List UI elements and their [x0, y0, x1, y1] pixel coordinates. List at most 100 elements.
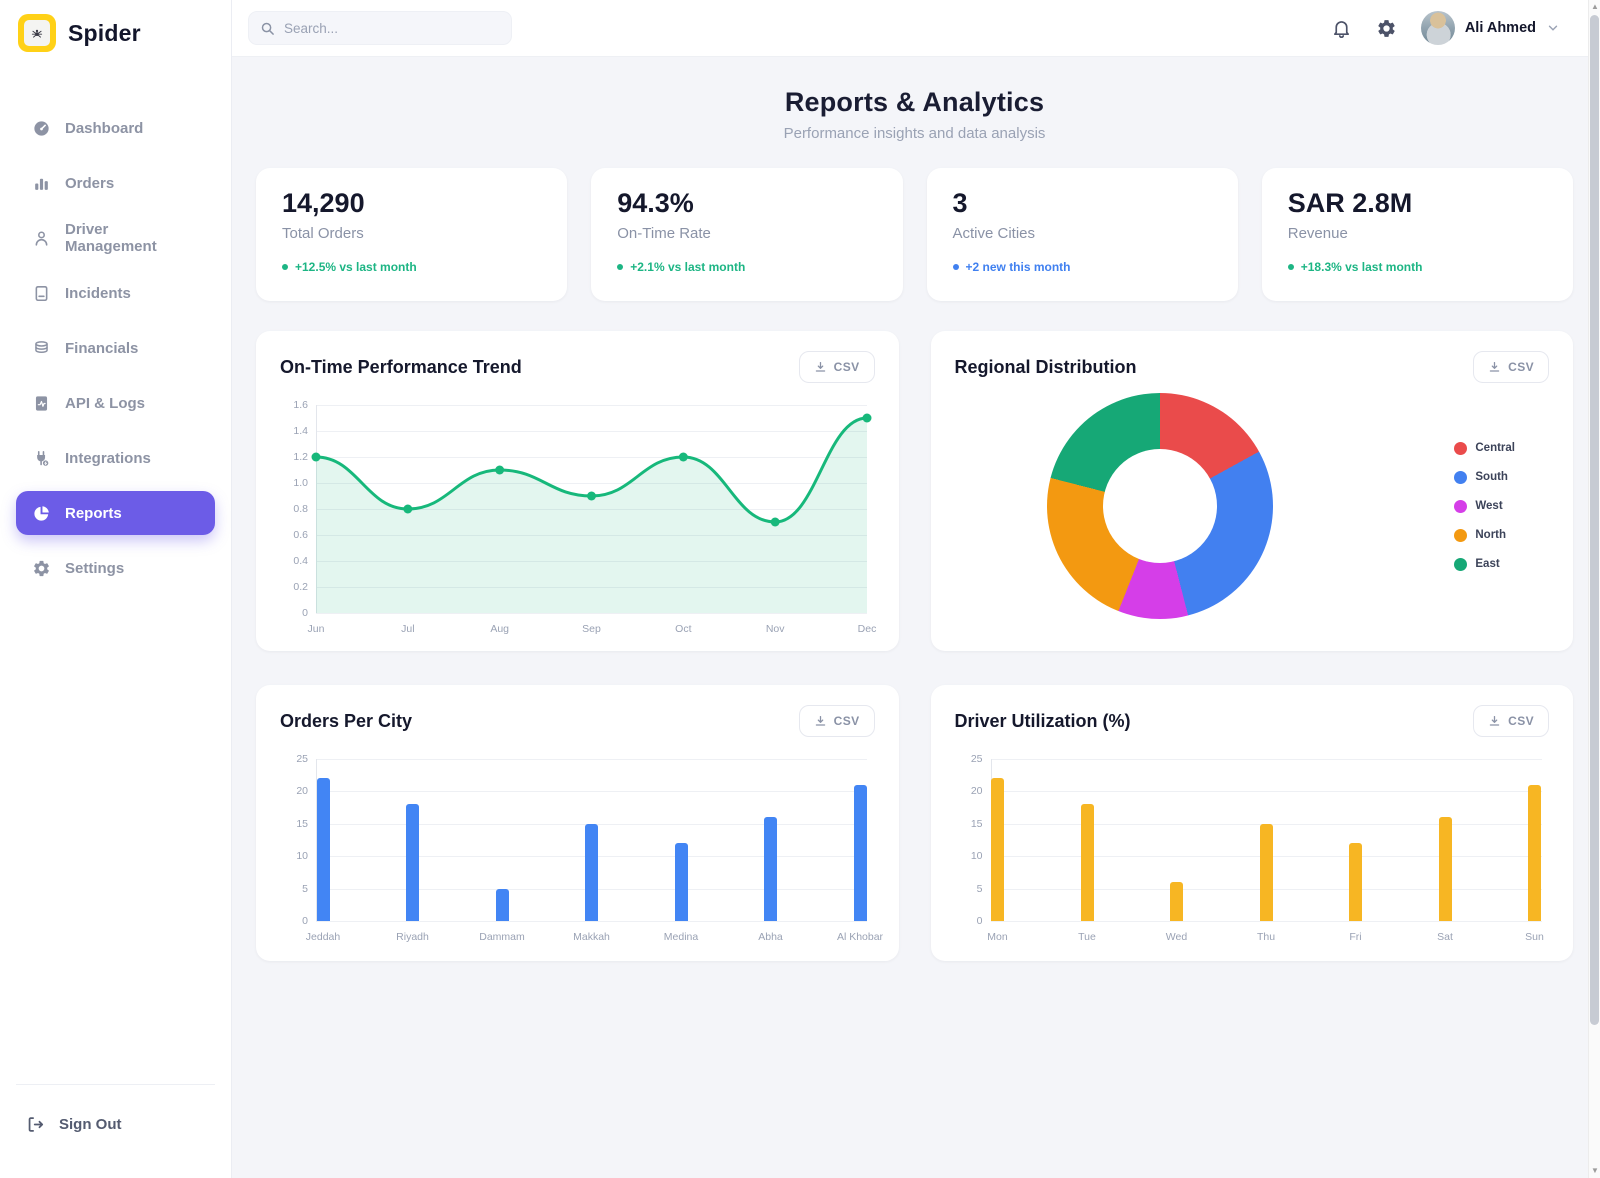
sidebar-item-label: API & Logs [65, 395, 145, 412]
sign-out-button[interactable]: Sign Out [26, 1115, 205, 1134]
page-header: Reports & Analytics Performance insights… [256, 87, 1573, 142]
bell-button[interactable] [1331, 18, 1352, 39]
chart-title: On-Time Performance Trend [280, 357, 522, 378]
file-code-icon [32, 394, 51, 413]
bar [764, 817, 777, 921]
sidebar-item-label: Financials [65, 340, 138, 357]
gear-button[interactable] [1376, 18, 1397, 39]
sidebar-item-reports[interactable]: Reports [16, 491, 215, 535]
stat-card-active-cities: 3 Active Cities +2 new this month [927, 168, 1238, 301]
dot-icon [282, 264, 288, 270]
stat-card-total-orders: 14,290 Total Orders +12.5% vs last month [256, 168, 567, 301]
csv-export-button[interactable]: CSV [799, 351, 875, 383]
csv-export-button[interactable]: CSV [1473, 705, 1549, 737]
bar-chart-icon [32, 174, 51, 193]
bar [854, 785, 867, 921]
legend-dot [1454, 558, 1467, 571]
chart-title: Orders Per City [280, 711, 412, 732]
sidebar-item-orders[interactable]: Orders [16, 161, 215, 205]
bar [675, 843, 688, 921]
legend-item: Central [1454, 442, 1515, 455]
sidebar-item-label: Integrations [65, 450, 151, 467]
stat-label: Active Cities [953, 225, 1212, 242]
legend-item: West [1454, 500, 1515, 513]
sidebar: Spider Dashboard Orders Driver Management I… [0, 0, 232, 1178]
csv-export-button[interactable]: CSV [1473, 351, 1549, 383]
page-subtitle: Performance insights and data analysis [256, 125, 1573, 142]
sidebar-footer: Sign Out [16, 1084, 215, 1178]
scrollbar-thumb[interactable] [1590, 15, 1599, 1025]
app-root: Spider Dashboard Orders Driver Management I… [0, 0, 1600, 1178]
sidebar-item-label: Reports [65, 505, 122, 522]
scroll-up-arrow[interactable]: ▲ [1589, 0, 1600, 14]
chart-card-driver-utilization: Driver Utilization (%) CSV 0510152025Mon… [931, 685, 1574, 961]
bar-chart-area: 0510152025JeddahRiyadhDammamMakkahMedina… [280, 753, 875, 945]
sidebar-item-dashboard[interactable]: Dashboard [16, 106, 215, 150]
legend-dot [1454, 500, 1467, 513]
stat-delta: +18.3% vs last month [1288, 260, 1547, 274]
charts-row-1: On-Time Performance Trend CSV 00.20.40.6… [256, 331, 1573, 651]
bar [585, 824, 598, 921]
bar [317, 778, 330, 921]
user-menu[interactable]: Ali Ahmed [1421, 11, 1560, 45]
stat-value: 94.3% [617, 188, 876, 219]
stat-delta: +2.1% vs last month [617, 260, 876, 274]
scrollbar[interactable]: ▲ ▼ [1588, 0, 1600, 1178]
document-icon [32, 284, 51, 303]
stat-value: 14,290 [282, 188, 541, 219]
bar [406, 804, 419, 921]
sidebar-item-label: Dashboard [65, 120, 143, 137]
gauge-icon [32, 119, 51, 138]
search-box [248, 11, 512, 45]
bar [1081, 804, 1094, 921]
legend-item: East [1454, 558, 1515, 571]
bar [496, 889, 509, 921]
stat-label: Revenue [1288, 225, 1547, 242]
chart-card-regional-distribution: Regional Distribution CSV CentralSouthWe… [931, 331, 1574, 651]
topbar: Ali Ahmed [232, 0, 1600, 57]
legend-dot [1454, 442, 1467, 455]
legend-dot [1454, 471, 1467, 484]
legend-item: North [1454, 529, 1515, 542]
bar [991, 778, 1004, 921]
download-icon [814, 361, 827, 374]
user-name: Ali Ahmed [1465, 20, 1536, 36]
topbar-actions: Ali Ahmed [1331, 11, 1560, 45]
legend-label: West [1475, 500, 1502, 512]
sign-out-icon [26, 1115, 45, 1134]
legend-dot [1454, 529, 1467, 542]
donut-hole [1103, 449, 1217, 563]
donut-chart-area: CentralSouthWestNorthEast [955, 387, 1550, 625]
sidebar-item-financials[interactable]: Financials [16, 326, 215, 370]
sidebar-item-api-logs[interactable]: API & Logs [16, 381, 215, 425]
search-input[interactable] [284, 21, 500, 36]
dot-icon [953, 264, 959, 270]
sign-out-label: Sign Out [59, 1116, 122, 1133]
stat-delta: +12.5% vs last month [282, 260, 541, 274]
stat-card-revenue: SAR 2.8M Revenue +18.3% vs last month [1262, 168, 1573, 301]
sidebar-item-driver-management[interactable]: Driver Management [16, 216, 215, 260]
logo: Spider [0, 0, 231, 66]
csv-export-button[interactable]: CSV [799, 705, 875, 737]
sidebar-item-integrations[interactable]: Integrations [16, 436, 215, 480]
chart-card-orders-per-city: Orders Per City CSV 0510152025JeddahRiya… [256, 685, 899, 961]
chevron-down-icon [1546, 21, 1560, 35]
stat-value: 3 [953, 188, 1212, 219]
plug-icon [32, 449, 51, 468]
page-title: Reports & Analytics [256, 87, 1573, 118]
scroll-down-arrow[interactable]: ▼ [1589, 1164, 1600, 1178]
chart-title: Driver Utilization (%) [955, 711, 1131, 732]
sidebar-item-settings[interactable]: Settings [16, 546, 215, 590]
spider-icon [24, 20, 50, 46]
sidebar-item-label: Driver Management [65, 221, 199, 255]
coins-icon [32, 339, 51, 358]
sidebar-item-label: Orders [65, 175, 114, 192]
sidebar-item-incidents[interactable]: Incidents [16, 271, 215, 315]
download-icon [814, 715, 827, 728]
pie-chart-icon [32, 504, 51, 523]
avatar [1421, 11, 1455, 45]
stat-label: Total Orders [282, 225, 541, 242]
gear-icon [32, 559, 51, 578]
bar [1439, 817, 1452, 921]
bar [1260, 824, 1273, 921]
